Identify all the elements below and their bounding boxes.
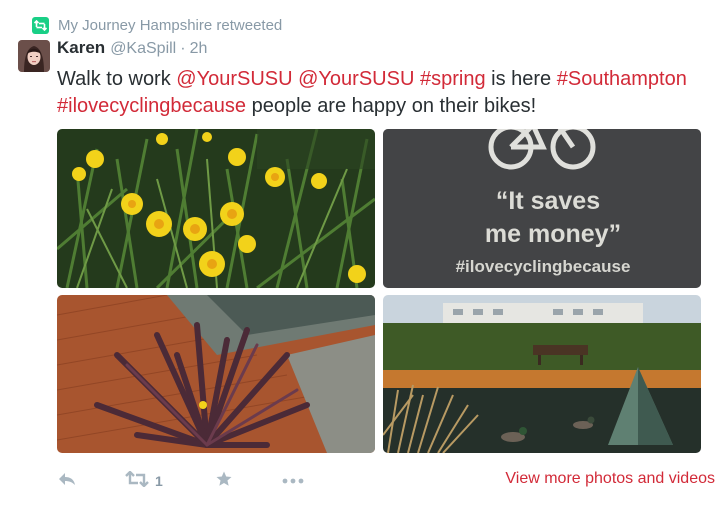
reply-icon (57, 471, 77, 492)
avatar[interactable] (18, 40, 50, 72)
author-handle[interactable]: @KaSpill (110, 40, 176, 58)
reply-button[interactable] (57, 468, 77, 494)
separator: · (180, 40, 186, 57)
photo-daffodils[interactable] (57, 129, 375, 288)
text-part: is here (485, 68, 557, 90)
hashtag-link[interactable]: #Southampton (557, 68, 687, 90)
mention-link[interactable]: @YourSUSU (176, 68, 292, 90)
retweet-count: 1 (155, 473, 163, 489)
hashtag-link[interactable]: #ilovecyclingbecause (57, 95, 246, 117)
retweet-context: My Journey Hampshire retweeted (32, 14, 282, 36)
mention-link[interactable]: @YourSUSU (298, 68, 414, 90)
photo-pond-ducks[interactable] (383, 295, 701, 453)
view-more-link[interactable]: View more photos and videos (505, 470, 715, 488)
tweet-text: Walk to work @YourSUSU @YourSUSU #spring… (57, 66, 707, 120)
text-part: Walk to work (57, 68, 177, 90)
retweet-icon (32, 16, 49, 34)
timestamp[interactable]: 2h (190, 40, 208, 58)
stencil-hashtag: #ilovecyclingbecause (456, 257, 631, 276)
author-name[interactable]: Karen (57, 38, 105, 58)
retweet-icon (125, 469, 149, 492)
photo-red-plant[interactable] (57, 295, 375, 453)
text-part: people are happy on their bikes! (246, 95, 537, 117)
star-icon (215, 470, 233, 493)
tweet-header: Karen @KaSpill · 2h (57, 38, 207, 60)
more-button[interactable] (282, 468, 304, 494)
retweet-context-text[interactable]: My Journey Hampshire retweeted (58, 17, 282, 34)
hashtag-link[interactable]: #spring (420, 68, 486, 90)
more-icon (282, 472, 304, 490)
stencil-line-2: me money” (485, 220, 621, 248)
favorite-button[interactable] (215, 468, 233, 494)
stencil-line-1: “It saves (496, 187, 600, 215)
photo-cycling-stencil[interactable]: “It saves me money” #ilovecyclingbecause (383, 129, 701, 288)
retweet-button[interactable]: 1 (125, 468, 163, 494)
